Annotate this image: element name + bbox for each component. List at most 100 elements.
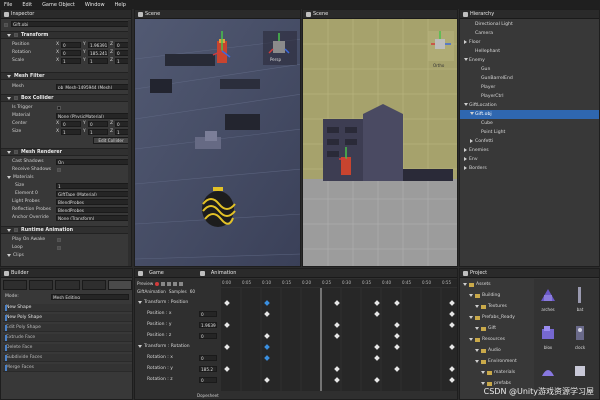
play-icon[interactable] [173,281,178,286]
project-folder[interactable]: Audio [475,347,501,354]
object-name-field[interactable]: Gift.obj [11,21,129,27]
builder-tool-vertex[interactable] [29,280,54,290]
anim-property-value[interactable]: 0 [199,355,217,361]
chevron-down-icon[interactable] [475,349,479,352]
anim-property-value[interactable]: 0 [199,377,217,383]
anim-property-row[interactable]: Position : x [147,310,172,317]
builder-action[interactable]: Merge Faces [3,364,132,372]
clip-dropdown[interactable]: GiftAnimation [137,289,166,294]
hierarchy-item[interactable]: Cube [460,119,599,128]
anim-property-row[interactable]: Rotation : z [147,376,173,383]
chevron-down-icon[interactable] [469,316,473,319]
inspector-scrollbar[interactable] [128,20,131,266]
project-folder[interactable]: materials [481,369,515,376]
menu-help[interactable]: Help [115,2,126,8]
project-folder[interactable]: Prefabs_Ready [469,314,515,321]
asset-clock[interactable]: clock [570,323,590,357]
chevron-right-icon[interactable] [470,138,473,143]
center-z-field[interactable]: 0 [115,121,129,127]
size-z-field[interactable]: 1 [115,129,129,135]
timeline-ruler[interactable]: 0:00 0:05 0:10 0:15 0:20 0:25 0:30 0:35 0:40 0:45… [221,279,457,287]
mesh-renderer-toggle[interactable] [14,150,18,154]
object-active-checkbox[interactable] [4,22,8,27]
chevron-down-icon[interactable] [470,112,474,115]
builder-action[interactable]: New Shape [3,304,132,312]
chevron-down-icon[interactable] [464,58,468,61]
reflection-probes-dropdown[interactable]: BlendProbes [56,207,129,213]
chevron-down-icon[interactable] [475,305,479,308]
hierarchy-item[interactable]: GiftLocation [460,101,599,110]
runtime-animation-header[interactable]: Runtime Animation [1,226,131,234]
asset-arches[interactable]: arches [538,285,558,319]
hierarchy-item[interactable]: Floor [460,38,599,47]
chevron-down-icon[interactable] [481,382,485,385]
center-x-field[interactable]: 0 [61,121,81,127]
project-folder[interactable]: Textures [475,303,507,310]
center-y-field[interactable]: 0 [88,121,108,127]
project-folder[interactable]: Gift [475,325,496,332]
chevron-down-icon[interactable] [475,327,479,330]
scale-z-field[interactable]: 1 [115,58,129,64]
chevron-down-icon[interactable] [138,301,142,304]
mesh-field[interactable]: pb_Mesh-1495944 (Mesh) [56,84,129,90]
hierarchy-item[interactable]: Camera [460,29,599,38]
anim-property-value[interactable]: 1.9639 [199,322,217,328]
anim-property-row[interactable]: Rotation : y [147,365,173,372]
project-folder[interactable]: Environment [475,358,517,365]
box-collider-toggle[interactable] [14,96,18,100]
materials-size-field[interactable]: 1 [56,183,129,189]
material-field[interactable]: None (PhysicMaterial) [56,113,129,119]
preview-toggle[interactable]: Preview [137,281,153,286]
rotation-z-field[interactable]: 0 [115,50,129,56]
position-y-field[interactable]: 1.96391 [88,42,108,48]
scene-right-title-bar[interactable]: Scene [303,10,457,19]
scene-right-viewport[interactable] [303,19,458,267]
first-key-icon[interactable] [161,281,166,286]
anim-property-group[interactable]: Transform : Position [138,299,188,306]
box-collider-header[interactable]: Box Collider [1,94,131,102]
chevron-down-icon[interactable] [475,360,479,363]
edit-collider-button[interactable]: Edit Collider [93,137,129,144]
anim-property-row[interactable]: Rotation : x [147,354,173,361]
rotation-y-field[interactable]: 185.241 [88,50,108,56]
builder-action[interactable]: Edit Poly Shape [3,324,132,332]
menu-edit[interactable]: Edit [22,2,32,8]
mesh-filter-header[interactable]: Mesh Filter [1,72,131,80]
position-x-field[interactable]: 0 [61,42,81,48]
hierarchy-item[interactable]: GunBarrelEnd [460,74,599,83]
chevron-down-icon[interactable] [469,338,473,341]
hierarchy-item[interactable]: Borders [460,164,599,173]
chevron-down-icon[interactable] [463,283,467,286]
asset-blox[interactable]: blox [538,323,558,357]
hierarchy-item[interactable]: Enemy [460,56,599,65]
hierarchy-item[interactable]: Confetti [460,137,599,146]
samples-field[interactable]: 60 [190,289,195,294]
builder-tool-face[interactable] [81,280,106,290]
tab-game[interactable]: Game [149,270,164,276]
prev-key-icon[interactable] [167,281,172,286]
inspector-title-bar[interactable]: Inspector [1,10,131,19]
chevron-right-icon[interactable] [464,39,467,44]
play-on-awake-checkbox[interactable] [57,238,61,242]
hierarchy-item[interactable]: Enemies [460,146,599,155]
transform-header[interactable]: Transform [1,31,131,39]
light-probes-dropdown[interactable]: BlendProbes [56,199,129,205]
menu-file[interactable]: File [4,2,12,8]
asset-bat[interactable]: bat [570,285,590,319]
runtime-animation-toggle[interactable] [14,228,18,232]
materials-foldout[interactable]: Materials [7,174,34,181]
builder-action[interactable]: New Poly Shape [3,314,132,322]
builder-tool-object[interactable] [3,280,28,290]
builder-tool-edge[interactable] [55,280,80,290]
chevron-right-icon[interactable] [464,147,467,152]
hierarchy-item[interactable]: Gift.obj [460,110,599,119]
chevron-down-icon[interactable] [138,345,142,348]
anim-property-group[interactable]: Transform : Rotation [138,343,190,350]
size-x-field[interactable]: 1 [61,129,81,135]
project-title-bar[interactable]: Project [460,269,599,278]
hierarchy-item[interactable]: Point Light [460,128,599,137]
hierarchy-item[interactable]: Hellephant [460,47,599,56]
loop-checkbox[interactable] [57,246,61,250]
chevron-right-icon[interactable] [464,156,467,161]
builder-title-bar[interactable]: Builder [1,269,132,278]
